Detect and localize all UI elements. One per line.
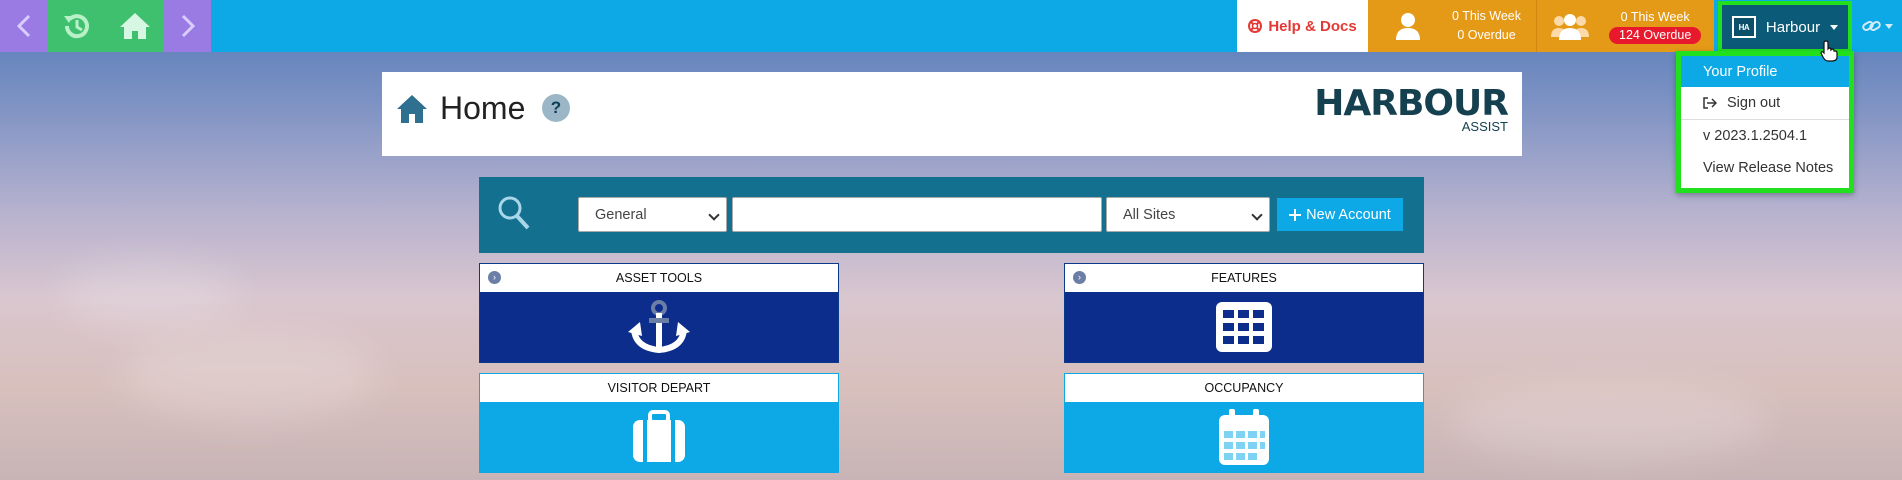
user-icon (1396, 13, 1420, 40)
caret-down-icon (1884, 23, 1893, 29)
tile-label: FEATURES (1211, 271, 1277, 285)
tile-header: OCCUPANCY (1065, 374, 1423, 402)
background-cloud (1450, 380, 1770, 460)
page-title: Home (440, 90, 526, 126)
account-badge: HA (1731, 16, 1756, 38)
users-group-icon (1551, 14, 1589, 40)
tile-body[interactable] (480, 292, 838, 362)
tile-features[interactable]: › FEATURES (1064, 263, 1424, 363)
anchor-icon (628, 300, 690, 354)
lifebuoy-icon (1248, 19, 1263, 33)
help-docs-label: Help & Docs (1268, 17, 1357, 35)
plus-icon (1289, 208, 1302, 221)
forward-button[interactable] (164, 0, 211, 52)
my-tasks-this-week: 0 This Week (1452, 9, 1522, 23)
tile-visitor-depart[interactable]: VISITOR DEPART (479, 373, 839, 473)
harbour-assist-logo: HARBOUR ASSIST (1314, 83, 1509, 134)
my-tasks-overdue: 0 Overdue (1457, 28, 1516, 42)
calendar-icon (1219, 409, 1269, 465)
chevron-left-icon (16, 14, 31, 38)
link-icon (1861, 21, 1881, 31)
logo-text: HARBOUR (1314, 83, 1509, 124)
history-icon (64, 14, 89, 39)
chevron-right-icon (181, 14, 195, 38)
home-button[interactable] (106, 0, 164, 52)
tile-asset-tools[interactable]: › ASSET TOOLS (479, 263, 839, 363)
hand-cursor-icon (1820, 40, 1838, 62)
team-tasks-this-week: 0 This Week (1620, 10, 1690, 24)
sign-out-item[interactable]: Sign out (1681, 87, 1849, 119)
history-button[interactable] (48, 0, 106, 52)
top-navigation-bar: Help & Docs 0 This Week 0 Overdue 0 This… (0, 0, 1902, 53)
chevron-right-icon[interactable]: › (1073, 271, 1086, 284)
sites-select[interactable]: All Sites (1106, 197, 1270, 232)
sign-out-icon (1703, 97, 1717, 109)
suitcase-icon (633, 410, 685, 462)
tile-occupancy[interactable]: OCCUPANCY (1064, 373, 1424, 473)
tile-body[interactable] (1065, 402, 1423, 472)
tile-header: › FEATURES (1065, 264, 1423, 292)
help-button[interactable]: ? (542, 94, 570, 122)
tile-header: VISITOR DEPART (480, 374, 838, 402)
chevron-down-icon (1251, 209, 1263, 221)
tile-label: VISITOR DEPART (607, 381, 711, 395)
sites-select-value: All Sites (1123, 206, 1176, 223)
user-menu-label: Harbour (1765, 18, 1821, 36)
search-panel: General All Sites New Account (479, 177, 1424, 253)
back-button[interactable] (0, 0, 48, 52)
sign-out-label: Sign out (1727, 95, 1781, 111)
tile-label: OCCUPANCY (1204, 381, 1284, 395)
home-icon (397, 95, 427, 123)
category-select-value: General (595, 206, 647, 223)
grid-icon (1216, 302, 1272, 352)
home-icon (120, 13, 150, 39)
caret-down-icon (1830, 24, 1839, 30)
category-select[interactable]: General (578, 197, 727, 232)
new-account-label: New Account (1306, 206, 1391, 223)
version-item: v 2023.1.2504.1 (1703, 128, 1808, 144)
search-input[interactable] (732, 197, 1102, 232)
chevron-right-icon[interactable]: › (488, 271, 501, 284)
background-cloud (60, 260, 240, 330)
chevron-down-icon (708, 209, 720, 221)
page-header-card: Home ? HARBOUR ASSIST (382, 72, 1522, 156)
tile-body[interactable] (480, 402, 838, 472)
background-cloud (120, 330, 380, 420)
team-tasks-summary[interactable]: 0 This Week 124 Overdue (1536, 0, 1714, 52)
tile-label: ASSET TOOLS (615, 271, 703, 285)
tile-header: › ASSET TOOLS (480, 264, 838, 292)
help-docs-button[interactable]: Help & Docs (1237, 0, 1368, 52)
my-tasks-summary[interactable]: 0 This Week 0 Overdue (1368, 0, 1536, 52)
user-dropdown-menu: Your Profile Sign out v 2023.1.2504.1 Vi… (1676, 51, 1854, 193)
new-account-button[interactable]: New Account (1277, 198, 1403, 231)
view-release-notes-item[interactable]: View Release Notes (1681, 152, 1849, 184)
link-settings-button[interactable] (1852, 0, 1902, 52)
search-icon (498, 196, 530, 230)
team-overdue-badge: 124 Overdue (1609, 27, 1702, 44)
tile-body[interactable] (1065, 292, 1423, 362)
